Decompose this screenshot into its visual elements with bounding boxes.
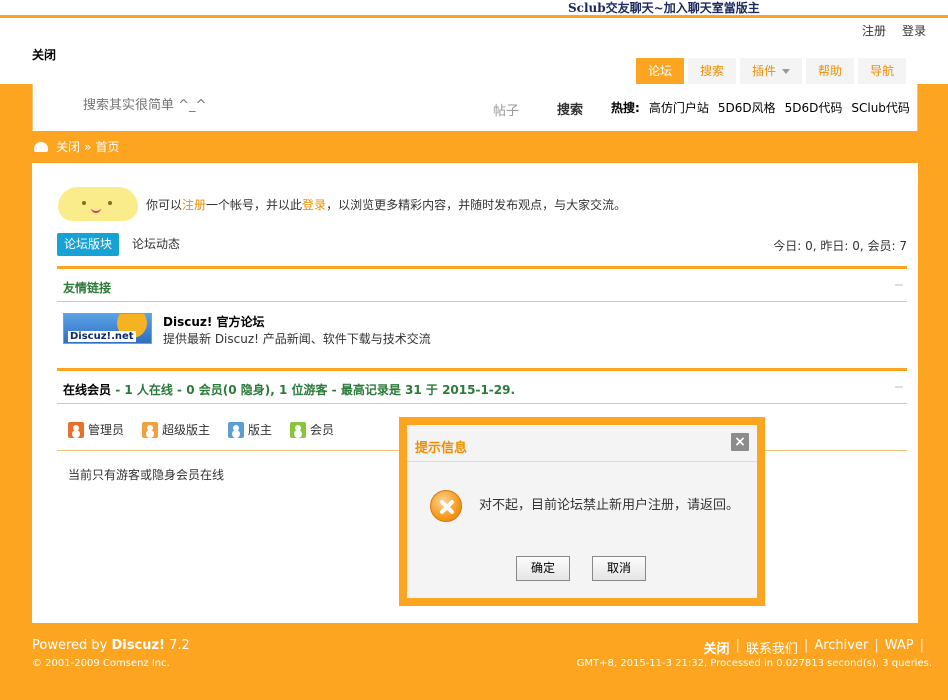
friend-links-header: 友情链接 [57, 266, 907, 302]
nav-tab-search[interactable]: 搜索 [688, 58, 737, 84]
login-link[interactable]: 登录 [902, 22, 926, 39]
breadcrumb-item[interactable]: 首页 [95, 138, 119, 155]
powered-prefix: Powered by [32, 638, 112, 653]
online-summary: 在线会员 - 1 人在线 - 0 会员(0 隐身), 1 位游客 - 最高记录是… [63, 381, 515, 398]
collapse-icon[interactable] [895, 386, 903, 388]
welcome-text: 一个帐号，并以此 [206, 198, 303, 212]
forum-stats: 今日: 0, 昨日: 0, 会员: 7 [773, 239, 907, 253]
welcome-text: ，以浏览更多精彩内容，并随时发布观点，与大家交流。 [326, 198, 627, 212]
footer-separator: | [874, 638, 879, 653]
chevron-down-icon [782, 69, 791, 74]
footer-separator: | [803, 638, 809, 653]
legend-super-moderator: 超级版主 [142, 421, 210, 438]
discuz-logo-text: Discuz!.net [68, 331, 136, 342]
hot-search-item[interactable]: 5D6D风格 [718, 99, 776, 116]
breadcrumb-item[interactable]: 关闭 [56, 138, 80, 155]
hot-search-item[interactable]: SClub代码 [851, 99, 910, 116]
member-legend: 管理员 超级版主 版主 会员 [68, 421, 334, 438]
admin-icon [68, 421, 84, 438]
nav-tab-label: 导航 [870, 64, 895, 78]
site-banner[interactable]: Sclub交友聊天~加入聊天室當版主 [568, 0, 760, 16]
nav-tab-label: 插件 [752, 64, 777, 78]
error-icon [430, 490, 462, 522]
nav-tab-plugins[interactable]: 插件 [740, 58, 803, 84]
main-nav: 论坛 搜索 插件 帮助 导航 [636, 58, 907, 84]
register-link[interactable]: 注册 [862, 22, 886, 39]
powered-brand-link[interactable]: Discuz! [111, 638, 164, 653]
breadcrumb: 关闭 » 首页 [34, 138, 119, 155]
legend-label: 版主 [248, 423, 273, 437]
powered-by: Powered by Discuz! 7.2 [32, 638, 190, 653]
home-icon[interactable] [34, 141, 48, 152]
discuz-logo[interactable]: Discuz!.net [63, 313, 152, 344]
friend-link-name[interactable]: Discuz! 官方论坛 [163, 313, 265, 330]
site-logo[interactable]: 关闭 [32, 46, 56, 63]
tab-forum-boards[interactable]: 论坛版块 [57, 233, 120, 256]
welcome-login-link[interactable]: 登录 [302, 198, 326, 212]
section-title: 在线会员 [63, 383, 112, 397]
nav-tab-navigation[interactable]: 导航 [858, 58, 907, 84]
search-bar: 帖子 搜索 热搜: 高仿门户站 5D6D风格 5D6D代码 SClub代码 [32, 84, 918, 131]
mascot-icon [58, 187, 138, 221]
collapse-icon[interactable] [895, 284, 903, 286]
alert-dialog-body: 提示信息 × 对不起，目前论坛禁止新用户注册，请返回。 确定 取消 [407, 425, 757, 598]
hot-search: 热搜: 高仿门户站 5D6D风格 5D6D代码 SClub代码 [611, 99, 910, 116]
footer-separator: | [735, 638, 740, 653]
close-icon[interactable]: × [731, 433, 749, 451]
forum-tabs: 论坛版块 论坛动态 [57, 233, 187, 256]
search-input[interactable] [83, 98, 383, 113]
tab-forum-activity[interactable]: 论坛动态 [125, 233, 187, 256]
powered-version: 7.2 [164, 638, 190, 653]
breadcrumb-separator: » [84, 139, 92, 154]
footer-link[interactable]: Archiver [814, 638, 868, 657]
online-members-header: 在线会员 - 1 人在线 - 0 会员(0 隐身), 1 位游客 - 最高记录是… [57, 368, 907, 404]
hot-search-label: 热搜: [611, 101, 640, 115]
confirm-button[interactable]: 确定 [516, 556, 570, 581]
cancel-button[interactable]: 取消 [592, 556, 646, 581]
online-summary-text: - 1 人在线 - 0 会员(0 隐身), 1 位游客 - 最高记录是 31 于… [111, 383, 516, 397]
hot-search-item[interactable]: 高仿门户站 [649, 99, 709, 116]
nav-tab-label: 搜索 [700, 64, 725, 78]
top-accent-line [0, 15, 948, 18]
nav-tab-label: 帮助 [818, 64, 843, 78]
legend-label: 管理员 [88, 423, 125, 437]
copyright: © 2001-2009 Comsenz Inc. [32, 658, 170, 669]
friend-link-desc: 提供最新 Discuz! 产品新闻、软件下载与技术交流 [163, 332, 431, 346]
nav-tab-help[interactable]: 帮助 [806, 58, 855, 84]
super-moderator-icon [142, 421, 159, 438]
nav-tab-forum[interactable]: 论坛 [636, 58, 685, 84]
footer-link[interactable]: WAP [885, 638, 914, 657]
moderator-icon [228, 421, 245, 438]
section-title: 友情链接 [63, 281, 112, 295]
hot-search-item[interactable]: 5D6D代码 [785, 99, 843, 116]
legend-label: 会员 [310, 423, 335, 437]
alert-dialog: 提示信息 × 对不起，目前论坛禁止新用户注册，请返回。 确定 取消 [399, 417, 765, 606]
welcome-register-link[interactable]: 注册 [182, 198, 206, 212]
search-button[interactable]: 搜索 [557, 99, 583, 118]
dialog-title: 提示信息 [415, 441, 468, 456]
footer-links: 关闭 | 联系我们 | Archiver | WAP | [704, 638, 924, 657]
footer-link[interactable]: 联系我们 [746, 638, 798, 657]
legend-label: 超级版主 [162, 423, 211, 437]
footer-link[interactable]: 关闭 [704, 638, 730, 657]
dialog-message: 对不起，目前论坛禁止新用户注册，请返回。 [479, 498, 740, 513]
legend-moderator: 版主 [228, 421, 272, 438]
divider [407, 461, 757, 462]
welcome-text: 你可以 [146, 198, 183, 212]
legend-member: 会员 [290, 421, 334, 438]
user-links: 注册 登录 [862, 22, 926, 39]
footer-separator: | [919, 638, 924, 653]
member-icon [290, 421, 307, 438]
search-type-select[interactable]: 帖子 [493, 100, 519, 119]
server-info: GMT+8, 2015-11-3 21:32, Processed in 0.0… [576, 658, 932, 669]
welcome-message: 你可以注册一个帐号，并以此登录，以浏览更多精彩内容，并随时发布观点，与大家交流。 [146, 196, 626, 213]
nav-tab-label: 论坛 [648, 64, 673, 78]
legend-admin: 管理员 [68, 421, 124, 438]
online-empty-message: 当前只有游客或隐身会员在线 [68, 468, 225, 482]
